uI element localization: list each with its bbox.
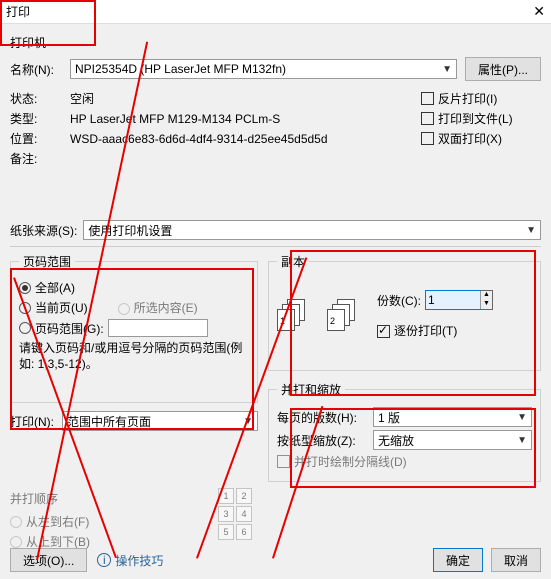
copies-input[interactable] [426,291,480,309]
collate-checkbox[interactable] [377,325,390,338]
spin-up-icon[interactable]: ▲ [480,291,492,300]
ok-button[interactable]: 确定 [433,548,483,572]
options-button[interactable]: 选项(O)... [10,548,87,572]
copies-spinner[interactable]: ▲▼ [425,290,493,310]
scale-legend: 并打和缩放 [277,381,345,398]
chevron-down-icon: ▼ [526,225,536,236]
status-value: 空闲 [70,90,94,107]
paper-source-label: 纸张来源(S): [10,222,77,239]
tips-link[interactable]: i 操作技巧 [97,552,163,569]
pps-label: 每页的版数(H): [277,409,373,426]
mirror-checkbox[interactable] [421,92,434,105]
pages-input[interactable] [108,319,208,337]
paper-source-combo[interactable]: 使用打印机设置 ▼ [83,220,541,240]
name-label: 名称(N): [10,61,70,78]
chevron-down-icon: ▼ [517,435,527,446]
pps-combo[interactable]: 1 版▼ [373,407,532,427]
printer-section-label: 打印机 [10,34,541,51]
order-legend: 并打顺序 [10,490,210,507]
window-title: 打印 [6,3,30,20]
type-label: 类型: [10,110,70,127]
printer-name-value: NPI25354D (HP LaserJet MFP M132fn) [75,62,286,76]
copies-count-label: 份数(C): [377,292,421,309]
duplex-label: 双面打印(X) [438,130,502,147]
spin-down-icon[interactable]: ▼ [480,300,492,309]
page-range-legend: 页码范围 [19,253,75,270]
properties-button[interactable]: 属性(P)... [465,57,541,81]
draw-border-checkbox [277,455,290,468]
collate-icon: 2 2 2 [327,299,359,331]
tofile-label: 打印到文件(L) [438,110,513,127]
title-bar: 打印 ✕ [0,0,551,24]
page-range-hint: 请键入页码和/或用逗号分隔的页码范围(例如: 1,3,5-12)。 [19,341,249,372]
order-ltr-radio [10,516,22,528]
printer-name-combo[interactable]: NPI25354D (HP LaserJet MFP M132fn) ▼ [70,59,457,79]
scale-label: 按纸型缩放(Z): [277,432,373,449]
range-selection-radio [118,303,130,315]
scale-combo[interactable]: 无缩放▼ [373,430,532,450]
cancel-button[interactable]: 取消 [491,548,541,572]
chevron-down-icon: ▼ [442,64,452,75]
page-range-group: 页码范围 全部(A) 当前页(U) 所选内容(E) 页码范围(G): 请键入页码… [10,253,258,403]
tofile-checkbox[interactable] [421,112,434,125]
print-what-combo[interactable]: 范围中所有页面 ▼ [62,411,258,431]
range-all-radio[interactable] [19,282,31,294]
mirror-label: 反片打印(I) [438,90,497,107]
order-preview-icon: 123456 [218,488,252,540]
chevron-down-icon: ▼ [517,412,527,423]
print-what-label: 打印(N): [10,413,62,430]
copies-group: 副本 1 1 1 2 2 2 份数(C): [268,253,541,371]
info-icon: i [97,553,111,567]
comment-label: 备注: [10,150,70,167]
order-ttb-radio [10,536,22,548]
duplex-checkbox[interactable] [421,132,434,145]
scale-group: 并打和缩放 每页的版数(H): 1 版▼ 按纸型缩放(Z): 无缩放▼ 并打时绘… [268,381,541,482]
where-value: WSD-aaac6e83-6d6d-4df4-9314-d25ee45d5d5d [70,132,328,146]
close-icon[interactable]: ✕ [533,3,545,20]
type-value: HP LaserJet MFP M129-M134 PCLm-S [70,112,280,126]
where-label: 位置: [10,130,70,147]
status-label: 状态: [10,90,70,107]
